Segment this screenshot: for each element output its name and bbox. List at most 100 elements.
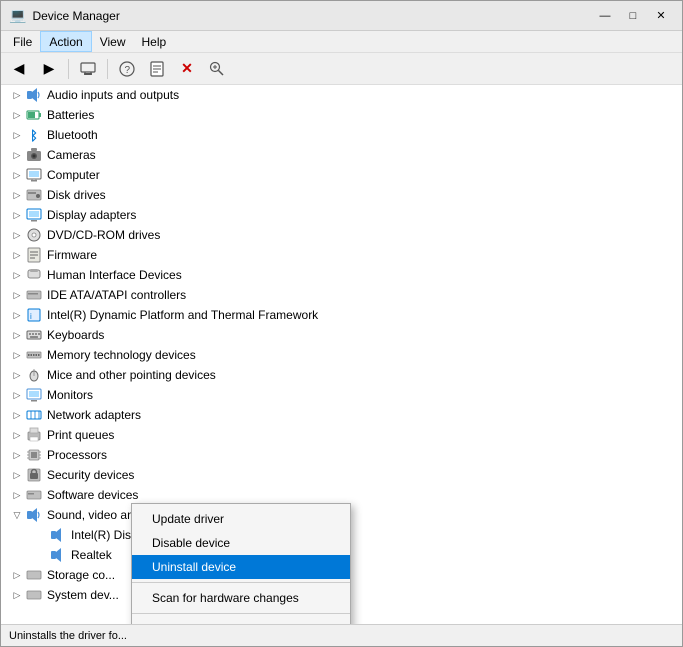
toggle-printqueues: ▷ [9,427,25,443]
tree-item-printqueues[interactable]: ▷ Print queues [1,425,682,445]
sound-icon [25,506,43,524]
toggle-diskdrives: ▷ [9,187,25,203]
svg-text:i: i [30,312,32,321]
tree-label-network: Network adapters [47,408,141,422]
tree-item-firmware[interactable]: ▷ Firmware [1,245,682,265]
ctx-update-driver[interactable]: Update driver [132,507,350,531]
tree-item-dvdrom[interactable]: ▷ DVD/CD-ROM drives [1,225,682,245]
ctx-properties[interactable]: Properties [132,617,350,624]
tree-item-ide[interactable]: ▷ IDE ATA/ATAPI controllers [1,285,682,305]
help-icon: ? [119,61,135,77]
close-button[interactable]: ✕ [648,6,674,26]
tree-item-processors[interactable]: ▷ Processors [1,445,682,465]
menu-view[interactable]: View [92,31,134,52]
tree-item-diskdrives[interactable]: ▷ Disk drives [1,185,682,205]
tree-label-processors: Processors [47,448,107,462]
tree-item-network[interactable]: ▷ Network adapters [1,405,682,425]
ctx-sep-2 [132,613,350,614]
firmware-icon [25,246,43,264]
network-icon [25,406,43,424]
tree-label-firmware: Firmware [47,248,97,262]
tree-label-keyboards: Keyboards [47,328,104,342]
menu-action[interactable]: Action [40,31,91,52]
ctx-disable-device[interactable]: Disable device [132,531,350,555]
tree-item-security[interactable]: ▷ Security devices [1,465,682,485]
tree-item-mice[interactable]: ▷ Mice and other pointing devices [1,365,682,385]
monitors-icon [25,386,43,404]
toggle-software: ▷ [9,487,25,503]
toggle-memory: ▷ [9,347,25,363]
toolbar-sep-2 [107,59,108,79]
tree-item-monitors[interactable]: ▷ Monitors [1,385,682,405]
toggle-intel: ▷ [9,307,25,323]
computer-tree-icon [25,166,43,184]
properties-button[interactable] [143,57,171,81]
help-button[interactable]: ? [113,57,141,81]
software-icon [25,486,43,504]
tree-item-intel[interactable]: ▷ i Intel(R) Dynamic Platform and Therma… [1,305,682,325]
ctx-sep-1 [132,582,350,583]
toggle-security: ▷ [9,467,25,483]
printqueues-icon [25,426,43,444]
toggle-cameras: ▷ [9,147,25,163]
tree-item-cameras[interactable]: ▷ Cameras [1,145,682,165]
delete-button[interactable]: ✕ [173,57,201,81]
menu-bar: File Action View Help [1,31,682,53]
context-menu: Update driver Disable device Uninstall d… [131,503,351,624]
realtek-icon [49,546,67,564]
security-icon [25,466,43,484]
computer-button[interactable] [74,57,102,81]
hid-icon [25,266,43,284]
tree-label-software: Software devices [47,488,138,502]
tree-label-system: System dev... [47,588,119,602]
toolbar: ◀ ▶ ? [1,53,682,85]
tree-item-computer[interactable]: ▷ Computer [1,165,682,185]
tree-label-storage: Storage co... [47,568,115,582]
menu-help[interactable]: Help [134,31,175,52]
plus-button[interactable] [203,57,231,81]
tree-item-memory[interactable]: ▷ Memory technology devices [1,345,682,365]
toggle-storage: ▷ [9,567,25,583]
displayadapters-icon [25,206,43,224]
tree-label-hid: Human Interface Devices [47,268,182,282]
title-bar-left: 💻 Device Manager [9,7,120,24]
tree-item-bluetooth[interactable]: ▷ ᛒ Bluetooth [1,125,682,145]
title-bar: 💻 Device Manager — □ ✕ [1,1,682,31]
tree-item-keyboards[interactable]: ▷ Keyboards [1,325,682,345]
tree-label-intel: Intel(R) Dynamic Platform and Thermal Fr… [47,308,318,322]
window-title: Device Manager [32,9,119,23]
computer-icon [80,61,96,77]
ide-icon [25,286,43,304]
toggle-processors: ▷ [9,447,25,463]
menu-file[interactable]: File [5,31,40,52]
tree-item-displayadapters[interactable]: ▷ Display adapters [1,205,682,225]
status-text: Uninstalls the driver fo... [9,630,127,642]
minimize-button[interactable]: — [592,6,618,26]
forward-button[interactable]: ▶ [35,57,63,81]
tree-label-dvdrom: DVD/CD-ROM drives [47,228,160,242]
back-button[interactable]: ◀ [5,57,33,81]
system-icon [25,586,43,604]
ctx-scan[interactable]: Scan for hardware changes [132,586,350,610]
maximize-button[interactable]: □ [620,6,646,26]
tree-label-batteries: Batteries [47,108,94,122]
toggle-dvdrom: ▷ [9,227,25,243]
tree-label-memory: Memory technology devices [47,348,196,362]
diskdrives-icon [25,186,43,204]
device-tree[interactable]: ▷ Audio inputs and outputs ▷ Batteries ▷… [1,85,682,624]
toggle-computer: ▷ [9,167,25,183]
tree-item-software[interactable]: ▷ Software devices [1,485,682,505]
tree-item-audio[interactable]: ▷ Audio inputs and outputs [1,85,682,105]
tree-label-computer: Computer [47,168,100,182]
tree-label-audio: Audio inputs and outputs [47,88,179,102]
tree-item-batteries[interactable]: ▷ Batteries [1,105,682,125]
intel-display-audio-icon [49,526,67,544]
memory-icon [25,346,43,364]
processors-icon [25,446,43,464]
toggle-batteries: ▷ [9,107,25,123]
storage-icon [25,566,43,584]
search-icon [209,61,225,77]
tree-item-hid[interactable]: ▷ Human Interface Devices [1,265,682,285]
ctx-uninstall-device[interactable]: Uninstall device [132,555,350,579]
status-bar: Uninstalls the driver fo... [1,624,682,646]
